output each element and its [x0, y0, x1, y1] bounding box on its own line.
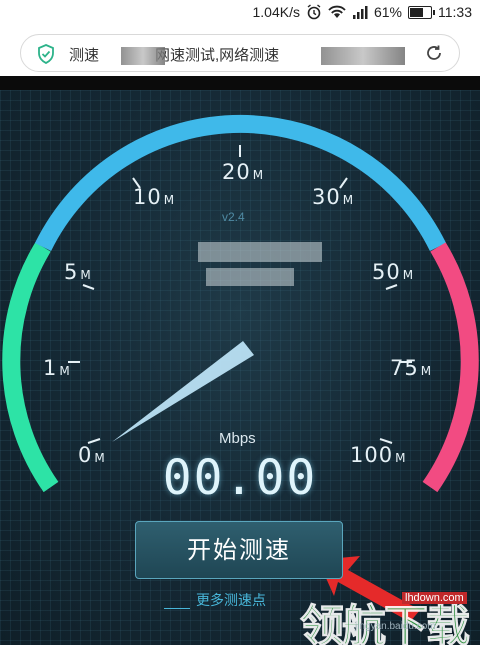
- tick-label-5: 5M: [64, 260, 92, 284]
- redacted-server-info: [198, 242, 322, 262]
- signal-icon: [352, 5, 368, 19]
- tick-label-20: 20 M: [222, 160, 265, 184]
- shield-check-icon: [37, 44, 55, 69]
- alarm-icon: [306, 4, 322, 20]
- version-label: v2.4: [222, 210, 245, 224]
- redacted-server-info: [206, 268, 294, 286]
- gauge-arc-mid: [34, 114, 447, 251]
- url-text[interactable]: 测速 网速测试,网络测速: [69, 44, 279, 65]
- more-points-underline: [164, 608, 190, 609]
- redacted-area: [121, 47, 165, 65]
- tick-label-50: 50 M: [372, 260, 415, 284]
- wifi-icon: [328, 5, 346, 19]
- watermark-site: lhdown.com: [402, 592, 467, 604]
- start-test-button[interactable]: 开始测速: [135, 521, 343, 579]
- url-prefix: 测速: [69, 47, 100, 64]
- divider: [0, 76, 480, 90]
- battery-percent: 61%: [373, 4, 402, 20]
- status-bar: 1.04K/s 61% 11:33: [0, 0, 480, 28]
- more-points-link[interactable]: 更多测速点: [196, 590, 266, 610]
- gauge-ticks: [68, 145, 412, 444]
- reload-icon[interactable]: [425, 44, 443, 67]
- speed-test-panel: 0M 1M 5M 10 M 20 M 30 M 50 M 75 M 100 M v2.4 M…: [0, 90, 480, 645]
- url-title: 网速测试,网络测速: [155, 47, 280, 64]
- gauge-arc-high: [422, 242, 479, 493]
- status-indicators: 1.04K/s 61% 11:33: [252, 4, 472, 20]
- speed-readout: 00.00: [162, 450, 318, 506]
- tick-label-1: 1M: [43, 356, 71, 380]
- tick-label-10: 10 M: [133, 185, 176, 209]
- clock: 11:33: [438, 4, 472, 20]
- redacted-area: [321, 47, 405, 65]
- tick-label-30: 30 M: [312, 185, 355, 209]
- unit-label: Mbps: [219, 430, 256, 447]
- url-bar[interactable]: 测速 网速测试,网络测速: [20, 34, 460, 72]
- gauge-needle: [112, 341, 254, 442]
- network-speed: 1.04K/s: [252, 4, 300, 20]
- tick-label-100: 100 M: [350, 443, 407, 467]
- watermark-sub: jingyan.baidu.com: [355, 621, 436, 632]
- tick-label-75: 75 M: [390, 356, 433, 380]
- battery-icon: [408, 5, 435, 19]
- tick-label-0: 0M: [78, 443, 106, 467]
